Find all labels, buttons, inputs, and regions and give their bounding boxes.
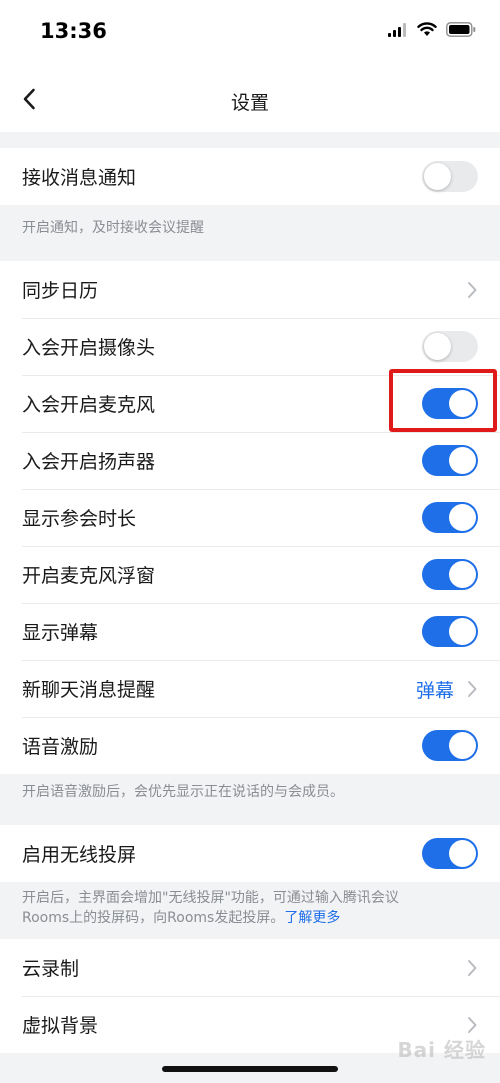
mic-float-label: 开启麦克风浮窗 xyxy=(22,565,156,587)
chevron-right-icon xyxy=(468,681,477,697)
signal-icon xyxy=(388,22,406,37)
nav-bar: 设置 xyxy=(0,66,500,132)
wireless-note-line1: 开启后，主界面会增加"无线投屏"功能，可通过输入腾讯会议 xyxy=(22,890,399,906)
camera-row: 入会开启摄像头 xyxy=(0,318,500,375)
watermark: Bai 经验 xyxy=(397,1038,486,1062)
sync-calendar-row[interactable]: 同步日历 xyxy=(0,261,500,318)
toggle-knob xyxy=(449,618,476,645)
wireless-note: 开启后，主界面会增加"无线投屏"功能，可通过输入腾讯会议 Rooms上的投屏码，… xyxy=(22,888,482,928)
mic-float-toggle[interactable] xyxy=(422,559,478,590)
wireless-toggle[interactable] xyxy=(422,838,478,869)
speaker-row: 入会开启扬声器 xyxy=(0,432,500,489)
toggle-knob xyxy=(424,163,451,190)
wireless-group: 启用无线投屏 xyxy=(0,825,500,882)
barrage-label: 显示弹幕 xyxy=(22,622,99,644)
status-time: 13:36 xyxy=(40,19,107,43)
speaker-label: 入会开启扬声器 xyxy=(22,451,156,473)
battery-icon xyxy=(446,22,476,37)
chevron-right-icon xyxy=(468,282,477,298)
camera-toggle[interactable] xyxy=(422,331,478,362)
wifi-icon xyxy=(417,22,437,36)
toggle-knob xyxy=(449,840,476,867)
voice-motivation-row: 语音激励 xyxy=(0,717,500,774)
mic-float-row: 开启麦克风浮窗 xyxy=(0,546,500,603)
cloud-record-label: 云录制 xyxy=(22,958,80,980)
wireless-label: 启用无线投屏 xyxy=(22,844,137,866)
chat-remind-value: 弹幕 xyxy=(415,680,454,702)
barrage-toggle[interactable] xyxy=(422,616,478,647)
toggle-knob xyxy=(424,333,451,360)
notify-note: 开启通知，及时接收会议提醒 xyxy=(22,220,204,236)
barrage-row: 显示弹幕 xyxy=(0,603,500,660)
voice-motivation-label: 语音激励 xyxy=(22,736,99,758)
chat-remind-row[interactable]: 新聊天消息提醒 弹幕 xyxy=(0,660,500,717)
wireless-note-line2-wrap: Rooms上的投屏码，向Rooms发起投屏。了解更多 xyxy=(22,908,482,928)
toggle-knob xyxy=(449,504,476,531)
toggle-knob xyxy=(449,732,476,759)
chevron-right-icon xyxy=(468,960,477,976)
wireless-row: 启用无线投屏 xyxy=(0,825,500,882)
highlight-box xyxy=(389,369,497,432)
notify-group: 接收消息通知 xyxy=(0,148,500,205)
sync-calendar-label: 同步日历 xyxy=(22,280,99,302)
toggle-knob xyxy=(449,447,476,474)
camera-label: 入会开启摄像头 xyxy=(22,337,156,359)
wireless-note-line2: Rooms上的投屏码，向Rooms发起投屏。 xyxy=(22,910,285,926)
toggle-knob xyxy=(449,561,476,588)
status-bar: 13:36 xyxy=(0,0,500,66)
speaker-toggle[interactable] xyxy=(422,445,478,476)
duration-row: 显示参会时长 xyxy=(0,489,500,546)
virtual-bg-label: 虚拟背景 xyxy=(22,1015,99,1037)
voice-motivation-note: 开启语音激励后，会优先显示正在说话的与会成员。 xyxy=(22,784,344,800)
chat-remind-label: 新聊天消息提醒 xyxy=(22,679,156,701)
notify-label: 接收消息通知 xyxy=(22,167,137,189)
learn-more-link[interactable]: 了解更多 xyxy=(284,910,340,926)
cloud-record-row[interactable]: 云录制 xyxy=(0,939,500,996)
meeting-group: 同步日历 入会开启摄像头 入会开启麦克风 入会开启扬声器 显示参会时长 开启麦克… xyxy=(0,261,500,774)
voice-motivation-toggle[interactable] xyxy=(422,730,478,761)
status-icons xyxy=(388,22,476,37)
duration-label: 显示参会时长 xyxy=(22,508,137,530)
chevron-right-icon xyxy=(468,1017,477,1033)
home-indicator xyxy=(162,1066,338,1072)
notify-row: 接收消息通知 xyxy=(0,148,500,205)
mic-label: 入会开启麦克风 xyxy=(22,394,156,416)
page-title: 设置 xyxy=(230,92,269,114)
duration-toggle[interactable] xyxy=(422,502,478,533)
notify-toggle[interactable] xyxy=(422,161,478,192)
